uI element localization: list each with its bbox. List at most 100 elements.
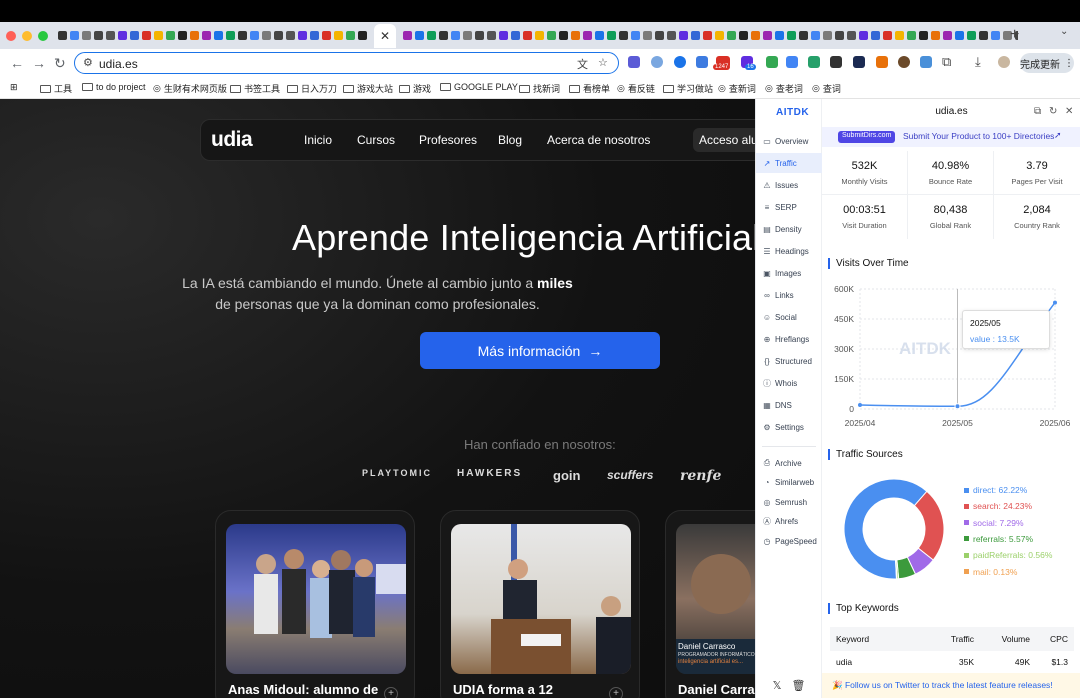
tab-favicon-icon[interactable] bbox=[883, 31, 892, 40]
bookmark-link[interactable]: ◎ 生财有术网页版 bbox=[153, 82, 227, 95]
tool-link-ahrefs[interactable]: Ⓐ Ahrefs bbox=[756, 512, 822, 532]
tab-favicon-icon[interactable] bbox=[955, 31, 964, 40]
tab-favicon-icon[interactable] bbox=[679, 31, 688, 40]
news-card[interactable]: Daniel Carrasco PROGRAMADOR INFORMÁTICO … bbox=[665, 510, 755, 698]
sidebar-item-traffic[interactable]: ↗ Traffic bbox=[756, 153, 822, 173]
bookmark-folder[interactable]: 游戏 bbox=[399, 82, 431, 95]
tab-favicon-icon[interactable] bbox=[439, 31, 448, 40]
tab-favicon-icon[interactable] bbox=[58, 31, 67, 40]
legend-item-direct[interactable]: direct: 62.22% bbox=[964, 485, 1027, 495]
extension-icon[interactable] bbox=[628, 56, 640, 68]
news-card[interactable] bbox=[440, 510, 640, 698]
sidebar-item-issues[interactable]: ⚠ Issues bbox=[756, 175, 822, 195]
tab-favicon-icon[interactable] bbox=[130, 31, 139, 40]
bookmark-folder[interactable]: 游戏大站 bbox=[343, 82, 393, 95]
tab-favicon-icon[interactable] bbox=[82, 31, 91, 40]
extension-icon[interactable] bbox=[920, 56, 932, 68]
trash-icon[interactable]: 🗑 bbox=[791, 679, 805, 692]
login-button[interactable]: Acceso alumnos bbox=[693, 128, 755, 152]
tab-favicon-icon[interactable] bbox=[991, 31, 1000, 40]
legend-item-social[interactable]: social: 7.29% bbox=[964, 518, 1024, 528]
bookmark-link[interactable]: ◎ 查新词 bbox=[718, 82, 756, 95]
minimize-window-button[interactable] bbox=[22, 30, 32, 41]
tab-favicon-icon[interactable] bbox=[286, 31, 295, 40]
tab-favicon-icon[interactable] bbox=[535, 31, 544, 40]
maximize-window-button[interactable] bbox=[38, 30, 48, 41]
tab-favicon-icon[interactable] bbox=[919, 31, 928, 40]
tab-favicon-icon[interactable] bbox=[787, 31, 796, 40]
puzzle-extension-icon[interactable] bbox=[696, 56, 708, 68]
tab-favicon-icon[interactable] bbox=[298, 31, 307, 40]
tab-favicon-icon[interactable] bbox=[619, 31, 628, 40]
sidebar-item-headings[interactable]: ☰ Headings bbox=[756, 241, 822, 261]
tab-favicon-icon[interactable] bbox=[871, 31, 880, 40]
sidebar-item-social[interactable]: ☺ Social bbox=[756, 307, 822, 327]
bookmark-link[interactable]: ◎ 查词 bbox=[812, 82, 841, 95]
table-row[interactable]: udia 35K 49K $1.3 bbox=[830, 651, 1074, 673]
tab-favicon-icon[interactable] bbox=[226, 31, 235, 40]
sidebar-item-serp[interactable]: ≡ SERP bbox=[756, 197, 822, 217]
tab-favicon-icon[interactable] bbox=[607, 31, 616, 40]
nav-inicio[interactable]: Inicio bbox=[304, 133, 332, 147]
plus-icon[interactable]: + bbox=[384, 687, 398, 698]
news-card[interactable] bbox=[215, 510, 415, 698]
tab-favicon-icon[interactable] bbox=[703, 31, 712, 40]
tab-favicon-icon[interactable] bbox=[691, 31, 700, 40]
tab-favicon-icon[interactable] bbox=[190, 31, 199, 40]
popout-icon[interactable]: ⧉ bbox=[1034, 106, 1041, 117]
tool-link-pagespeed[interactable]: ◷ PageSpeed bbox=[756, 531, 822, 551]
tab-favicon-icon[interactable] bbox=[631, 31, 640, 40]
sidebar-item-overview[interactable]: ▭ Overview bbox=[756, 131, 822, 151]
bookmark-folder[interactable]: 学习做站 bbox=[663, 82, 713, 95]
card-title[interactable]: Daniel Carrasco bbox=[678, 682, 755, 697]
tab-favicon-icon[interactable] bbox=[463, 31, 472, 40]
tab-favicon-icon[interactable] bbox=[811, 31, 820, 40]
extension-icon[interactable] bbox=[830, 56, 842, 68]
tab-favicon-icon[interactable] bbox=[154, 31, 163, 40]
tab-favicon-icon[interactable] bbox=[475, 31, 484, 40]
tab-favicon-icon[interactable] bbox=[895, 31, 904, 40]
download-icon[interactable]: ⤓ bbox=[975, 54, 981, 70]
tab-favicon-icon[interactable] bbox=[643, 31, 652, 40]
profile-avatar[interactable] bbox=[998, 56, 1010, 68]
tab-favicon-icon[interactable] bbox=[739, 31, 748, 40]
extension-icon[interactable] bbox=[876, 56, 888, 68]
bookmark-folder[interactable]: 书签工具 bbox=[230, 82, 280, 95]
tab-favicon-icon[interactable] bbox=[142, 31, 151, 40]
sidebar-item-settings[interactable]: ⚙ Settings bbox=[756, 417, 822, 437]
tab-favicon-icon[interactable] bbox=[214, 31, 223, 40]
close-window-button[interactable] bbox=[6, 30, 16, 41]
new-tab-icon[interactable]: + bbox=[1010, 26, 1019, 44]
tab-favicon-icon[interactable] bbox=[595, 31, 604, 40]
twitter-promo[interactable]: 🎉 Follow us on Twitter to track the late… bbox=[822, 673, 1080, 698]
tab-favicon-icon[interactable] bbox=[427, 31, 436, 40]
address-bar[interactable]: ⚙ udia.es 文 ☆ bbox=[74, 52, 619, 74]
tab-favicon-icon[interactable] bbox=[166, 31, 175, 40]
card-title[interactable]: Anas Midoul: alumno de bbox=[228, 682, 378, 697]
bookmark-folder[interactable]: to do project bbox=[82, 82, 146, 92]
cta-button[interactable]: Más información → bbox=[420, 332, 660, 369]
sidebar-item-density[interactable]: ▤ Density bbox=[756, 219, 822, 239]
tab-favicon-icon[interactable] bbox=[346, 31, 355, 40]
tab-favicon-icon[interactable] bbox=[571, 31, 580, 40]
tab-favicon-icon[interactable] bbox=[262, 31, 271, 40]
nav-acerca[interactable]: Acerca de nosotros bbox=[547, 133, 650, 147]
tab-favicon-icon[interactable] bbox=[334, 31, 343, 40]
data-point[interactable] bbox=[858, 403, 862, 407]
update-button[interactable]: 完成更新 ⋮ bbox=[1020, 53, 1074, 73]
tab-favicon-icon[interactable] bbox=[274, 31, 283, 40]
tab-favicon-icon[interactable] bbox=[415, 31, 424, 40]
tab-favicon-icon[interactable] bbox=[70, 31, 79, 40]
extensions-puzzle-icon[interactable]: ⧉ bbox=[942, 54, 951, 70]
data-point[interactable] bbox=[954, 403, 961, 410]
tab-favicon-icon[interactable] bbox=[559, 31, 568, 40]
tab-favicons[interactable]: ✕ bbox=[58, 23, 1018, 48]
extension-icon[interactable] bbox=[766, 56, 778, 68]
site-info-icon[interactable]: ⚙ bbox=[83, 56, 93, 69]
tool-link-semrush[interactable]: ◎ Semrush bbox=[756, 492, 822, 512]
bookmark-folder[interactable]: 工具 bbox=[40, 82, 72, 95]
tab-favicon-icon[interactable] bbox=[799, 31, 808, 40]
tab-favicon-icon[interactable] bbox=[94, 31, 103, 40]
tab-favicon-icon[interactable] bbox=[859, 31, 868, 40]
tab-favicon-icon[interactable] bbox=[823, 31, 832, 40]
